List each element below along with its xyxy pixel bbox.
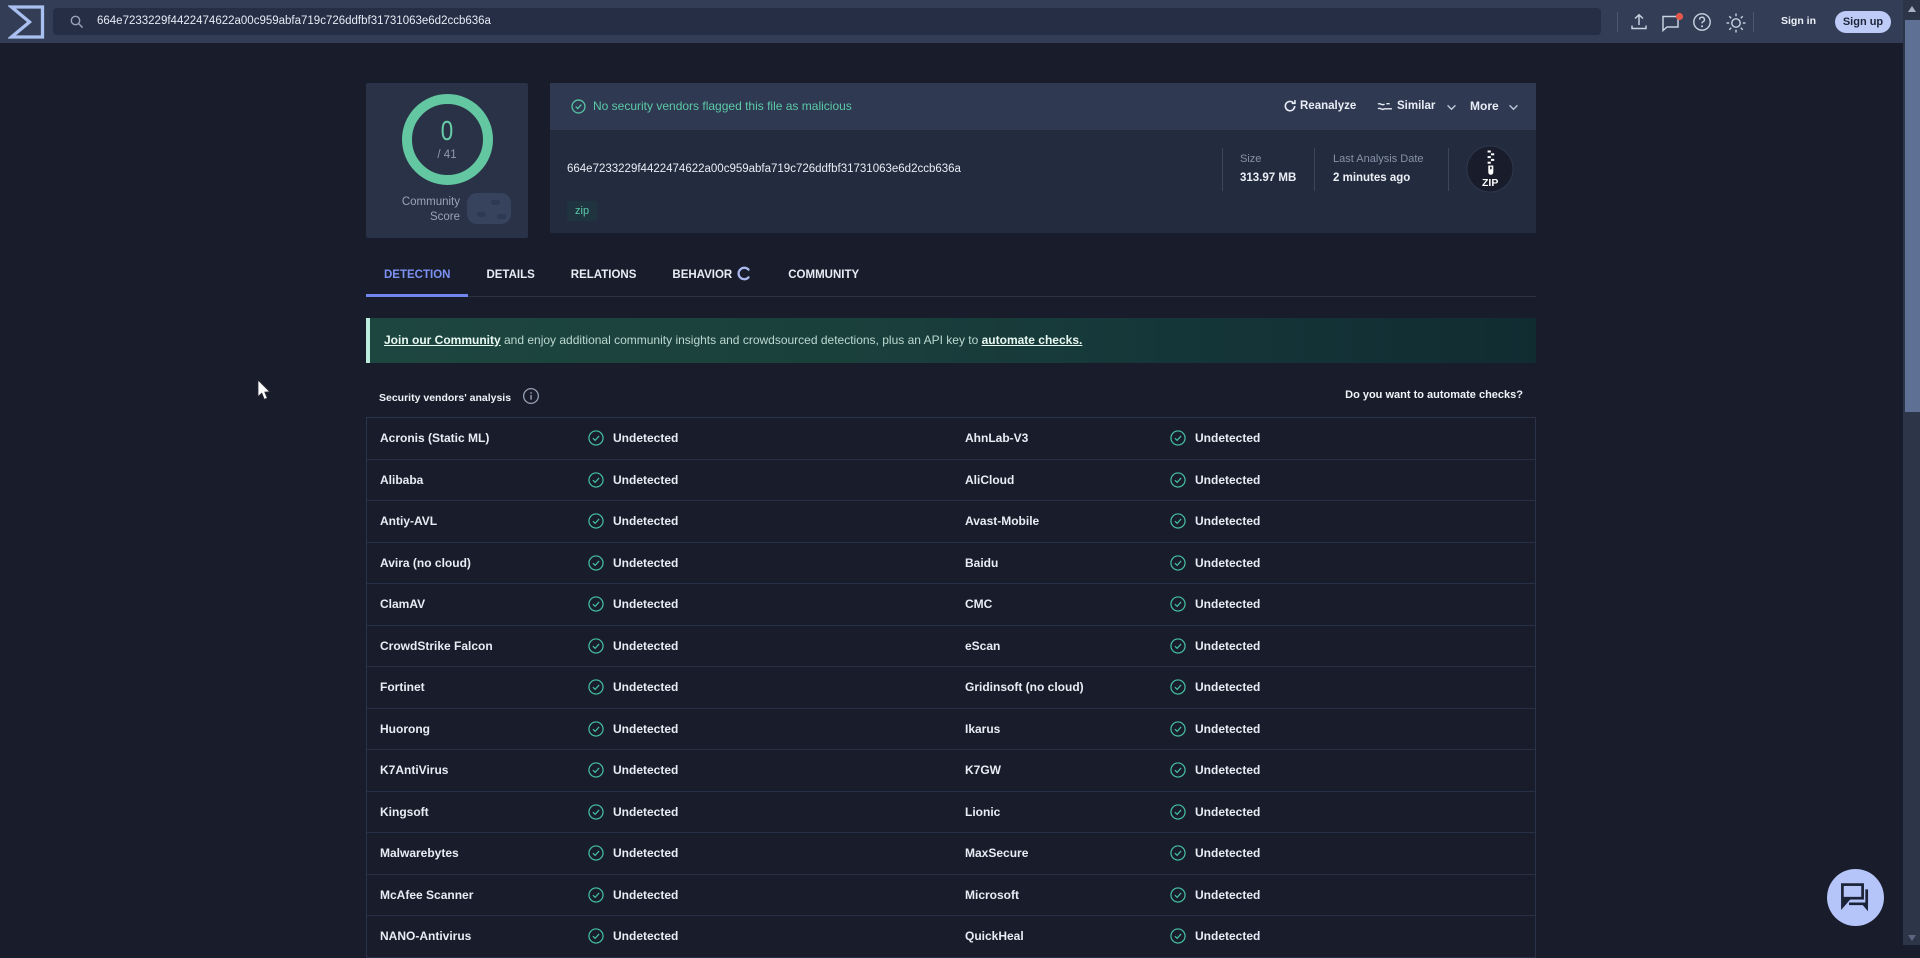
svg-text:ZIP: ZIP [1482, 177, 1498, 189]
